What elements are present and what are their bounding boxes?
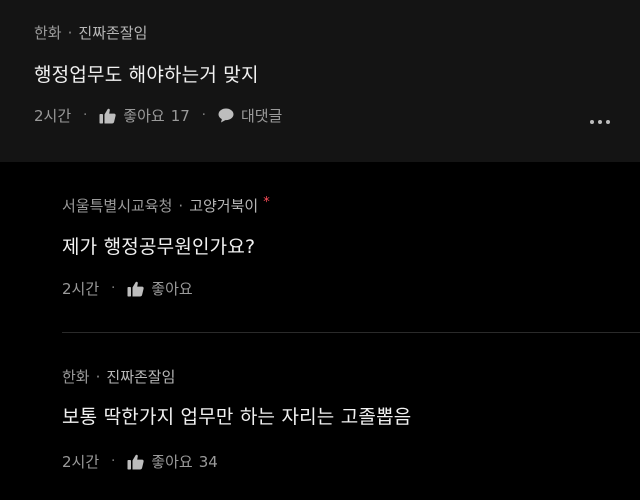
- timestamp: 2시간: [62, 453, 100, 471]
- like-button[interactable]: 좋아요 34: [127, 451, 218, 472]
- reply-meta: 한화 · 진짜존잘임: [62, 366, 175, 387]
- comment-text: 행정업무도 해야하는거 맞지: [34, 64, 259, 86]
- like-button[interactable]: 좋아요 17: [99, 105, 190, 126]
- reply-actions: 2시간 · 좋아요: [62, 278, 193, 299]
- separator-dot: ·: [201, 108, 206, 123]
- reply-button[interactable]: 대댓글: [218, 105, 282, 126]
- reply-divider: [62, 332, 640, 333]
- separator-dot: ·: [111, 454, 116, 469]
- more-options-icon[interactable]: [590, 120, 610, 124]
- like-button[interactable]: 좋아요: [127, 278, 193, 299]
- company-name: 한화: [34, 24, 62, 42]
- separator-dot: ·: [111, 281, 116, 296]
- like-count: 17: [170, 106, 190, 125]
- reply-text: 제가 행정공무원인가요?: [62, 236, 256, 258]
- separator-dot: ·: [83, 108, 88, 123]
- main-comment: 한화 · 진짜존잘임 행정업무도 해야하는거 맞지 2시간 · 좋아요 17 ·…: [0, 0, 640, 162]
- reply-actions: 2시간 · 좋아요 34: [62, 451, 218, 472]
- author-nickname[interactable]: 고양거북이: [189, 195, 258, 216]
- like-label: 좋아요: [123, 107, 165, 125]
- company-name: 한화: [62, 368, 90, 386]
- reply-text: 보통 딱한가지 업무만 하는 자리는 고졸뽑음: [62, 406, 412, 428]
- like-count: 34: [198, 452, 218, 471]
- separator-dot: ·: [95, 367, 101, 386]
- reply-meta: 서울특별시교육청 · 고양거북이 *: [62, 195, 270, 216]
- speech-bubble-icon: [218, 108, 234, 123]
- timestamp: 2시간: [34, 107, 72, 125]
- timestamp: 2시간: [62, 280, 100, 298]
- like-label: 좋아요: [151, 280, 193, 298]
- replies-section: 서울특별시교육청 · 고양거북이 * 제가 행정공무원인가요? 2시간 · 좋아…: [0, 162, 640, 500]
- separator-dot: ·: [67, 23, 73, 42]
- author-nickname[interactable]: 진짜존잘임: [106, 366, 175, 387]
- comment-meta: 한화 · 진짜존잘임: [34, 22, 147, 43]
- thumbs-up-icon: [127, 454, 144, 469]
- like-label: 좋아요: [151, 453, 193, 471]
- thumbs-up-icon: [127, 281, 144, 296]
- separator-dot: ·: [178, 196, 184, 215]
- comment-actions: 2시간 · 좋아요 17 · 대댓글: [34, 105, 282, 126]
- author-mark-icon: *: [263, 195, 270, 210]
- reply-label: 대댓글: [240, 107, 283, 125]
- thumbs-up-icon: [99, 108, 116, 123]
- company-name: 서울특별시교육청: [62, 197, 173, 215]
- author-nickname[interactable]: 진짜존잘임: [78, 22, 147, 43]
